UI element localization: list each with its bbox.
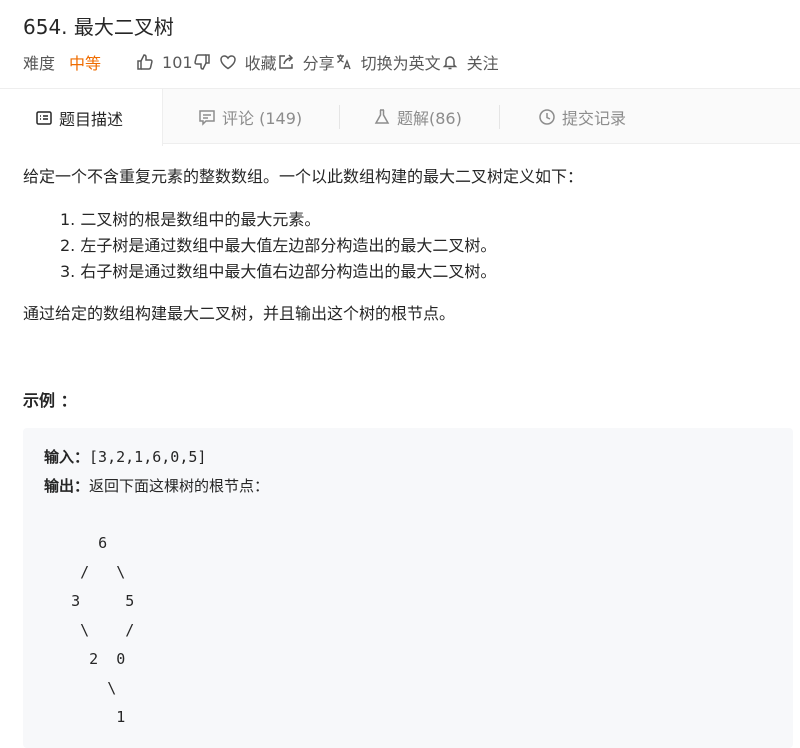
like-count: 101	[162, 52, 193, 72]
tree-line: 6	[44, 534, 108, 552]
flask-icon	[374, 109, 390, 124]
example-output-value: 返回下面这棵树的根节点：	[89, 477, 270, 495]
tree-line: 3 5	[44, 592, 135, 610]
dislike-button[interactable]	[193, 53, 219, 71]
share-button[interactable]: 分享	[277, 50, 335, 74]
collect-label: 收藏	[244, 54, 277, 73]
rule-item: 1. 二叉树的根是数组中的最大元素。	[60, 210, 321, 229]
tab-solutions-label: 题解(86)	[397, 109, 462, 128]
share-label: 分享	[302, 54, 335, 73]
thumbs-down-icon	[193, 54, 210, 70]
difficulty-label: 难度	[23, 54, 56, 73]
tab-comments[interactable]: 评论 (149)	[198, 89, 302, 145]
problem-intro: 给定一个不含重复元素的整数数组。一个以此数组构建的最大二叉树定义如下：	[23, 167, 584, 186]
switch-language-label: 切换为英文	[360, 54, 441, 73]
tree-line: / \	[44, 563, 126, 581]
tab-description[interactable]: 题目描述	[0, 89, 163, 146]
tab-submissions-label: 提交记录	[562, 109, 627, 128]
heart-icon	[219, 55, 236, 70]
tab-description-label: 题目描述	[59, 109, 124, 129]
tree-line: 1	[44, 708, 126, 726]
problem-meta-bar: 难度 中等 101 收藏 分享 切换为英文 关注	[23, 50, 499, 74]
rule-item: 3. 右子树是通过数组中最大值右边部分构造出的最大二叉树。	[60, 262, 497, 281]
problem-title: 654. 最大二叉树	[23, 15, 174, 39]
tab-comments-label: 评论 (149)	[222, 109, 303, 128]
like-button[interactable]: 101	[136, 53, 193, 72]
tab-divider	[339, 105, 340, 129]
collect-button[interactable]: 收藏	[219, 50, 277, 74]
translate-icon	[336, 54, 351, 70]
switch-language-button[interactable]: 切换为英文	[335, 50, 441, 74]
tree-line: 2 0	[44, 650, 126, 668]
bell-icon	[442, 56, 457, 70]
tab-submissions[interactable]: 提交记录	[538, 89, 626, 145]
follow-label: 关注	[466, 54, 499, 73]
example-input-label: 输入：	[44, 448, 90, 466]
tree-line: \	[44, 679, 117, 697]
rule-item: 2. 左子树是通过数组中最大值左边部分构造出的最大二叉树。	[60, 236, 497, 255]
follow-button[interactable]: 关注	[441, 50, 499, 74]
share-icon	[278, 54, 293, 69]
example-input-line: 输入：[3,2,1,6,0,5]	[44, 446, 206, 467]
description-icon	[36, 110, 52, 125]
example-output-line: 输出：返回下面这棵树的根节点：	[44, 475, 269, 496]
example-heading: 示例 ：	[23, 391, 77, 410]
clock-icon	[539, 109, 555, 125]
example-code-block: 输入：[3,2,1,6,0,5] 输出：返回下面这棵树的根节点： 6 / \ 3…	[23, 428, 793, 748]
tab-solutions[interactable]: 题解(86)	[373, 89, 462, 145]
comment-icon	[199, 110, 215, 126]
example-input-value: [3,2,1,6,0,5]	[89, 448, 207, 466]
thumbs-up-icon	[137, 54, 153, 70]
problem-header: 654. 最大二叉树 难度 中等 101 收藏 分享 切换为英文 关注	[0, 0, 800, 88]
problem-task: 通过给定的数组构建最大二叉树，并且输出这个树的根节点。	[23, 304, 456, 323]
difficulty-value: 中等	[69, 54, 102, 73]
tab-divider	[499, 105, 500, 129]
problem-tabs: 题目描述 评论 (149) 题解(86) 提交记录	[0, 88, 800, 146]
tree-line: \ /	[44, 621, 135, 639]
example-output-label: 输出：	[44, 477, 90, 495]
